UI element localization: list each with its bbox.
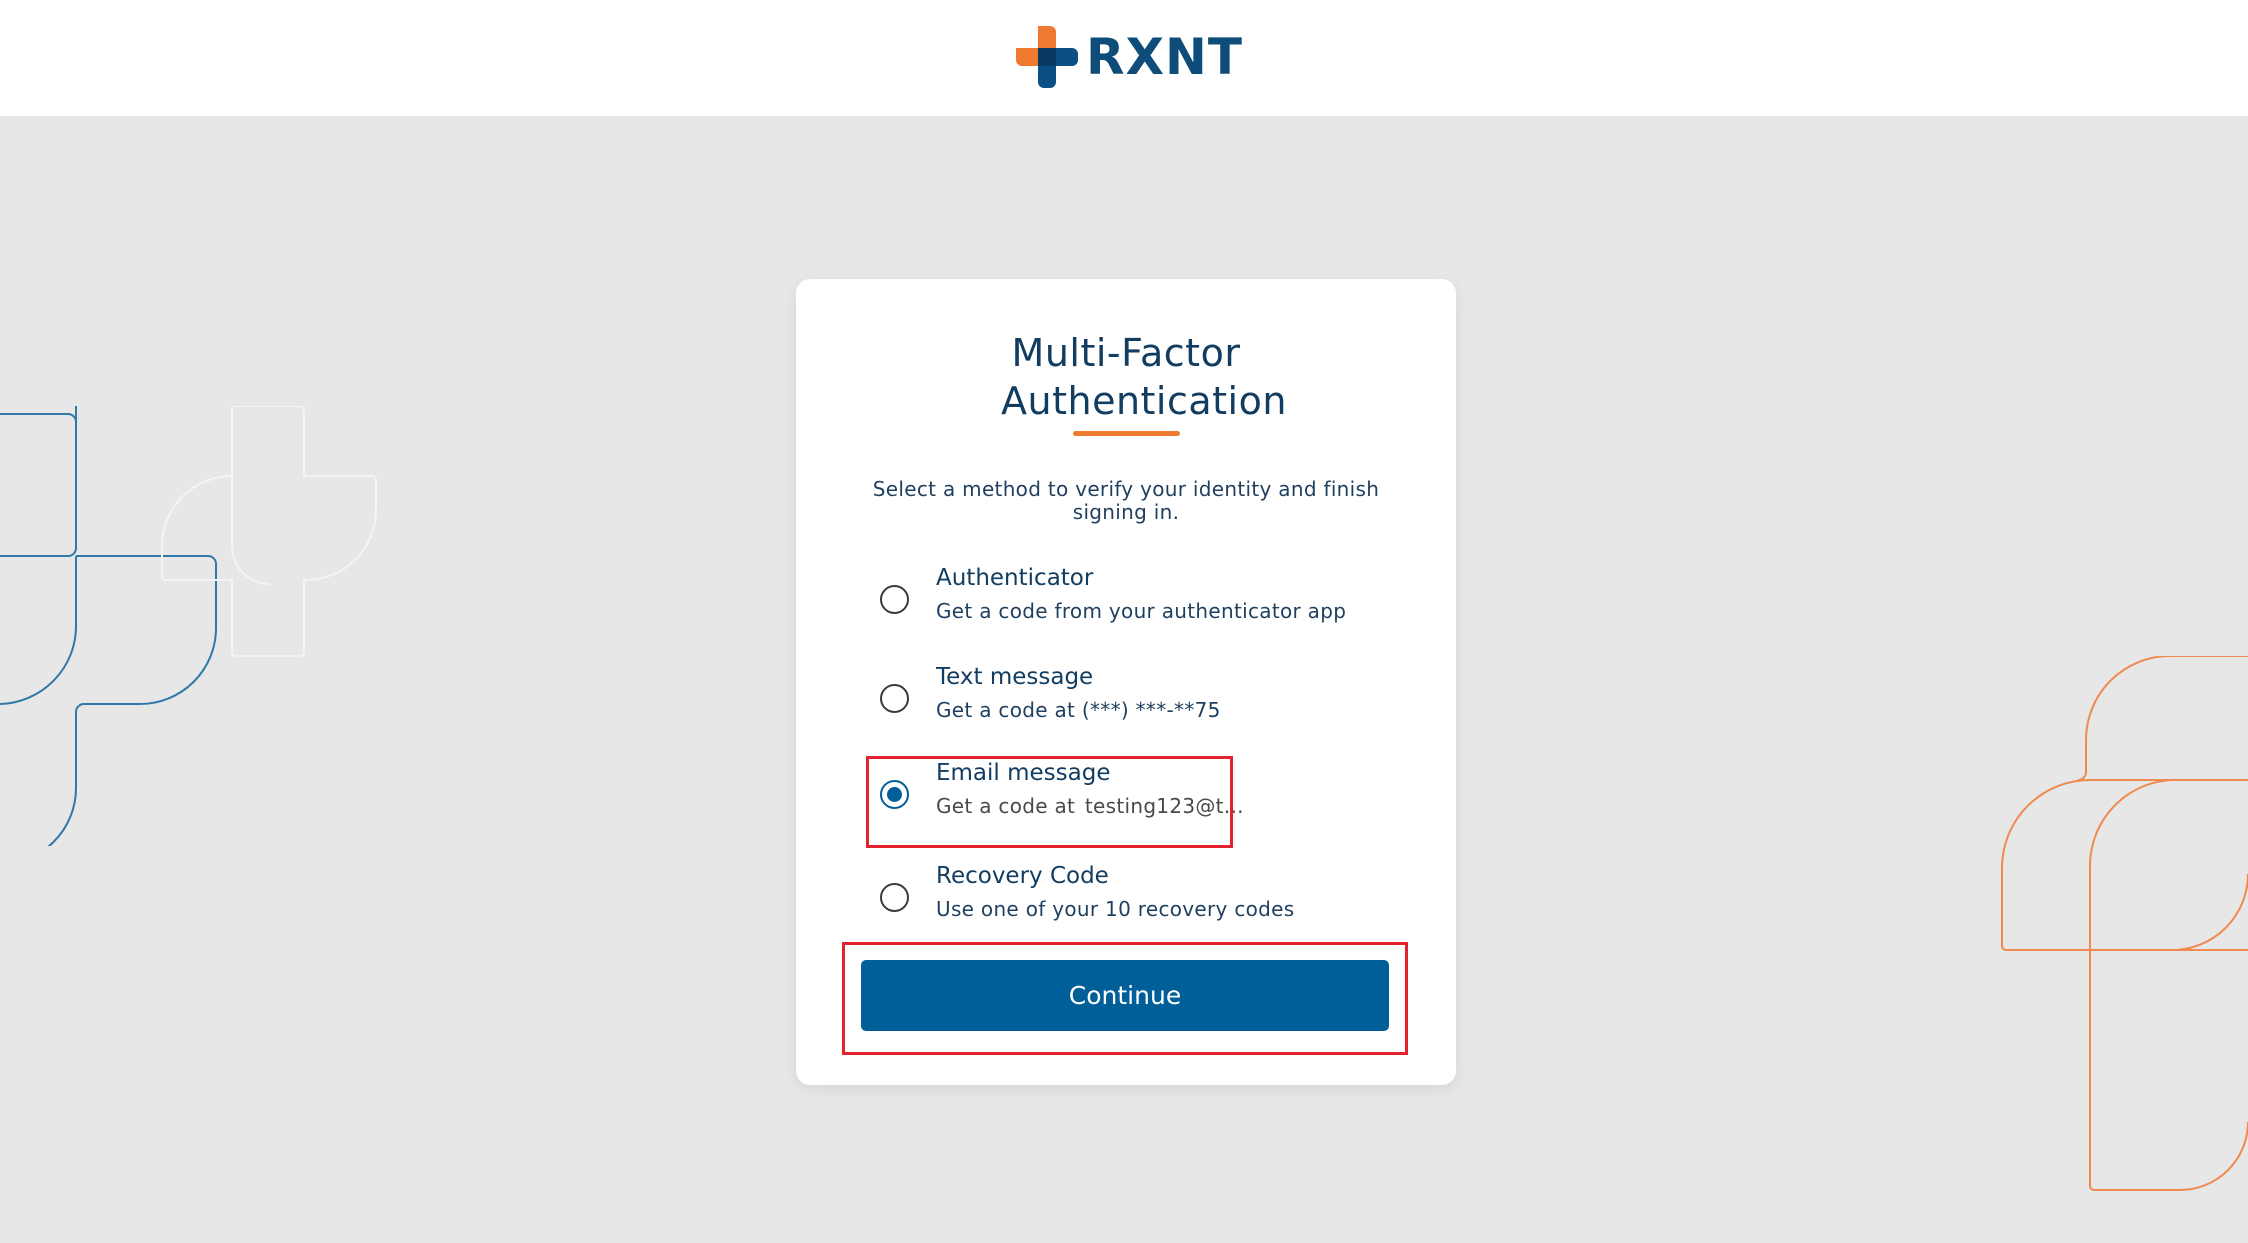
rxnt-cross-icon: [1016, 26, 1078, 88]
option-description: Use one of your 10 recovery codes: [936, 897, 1295, 921]
top-header: RXNT: [0, 0, 2248, 116]
rxnt-logo: RXNT: [1016, 26, 1243, 88]
masked-email-value: testing123@t...: [1084, 794, 1244, 818]
radio-text-message[interactable]: [880, 684, 909, 713]
option-email-message[interactable]: Email message Get a code at testing123@t…: [858, 756, 1388, 836]
option-title: Email message: [936, 760, 1111, 786]
option-title: Authenticator: [936, 565, 1094, 591]
decorative-cross-left-icon: [0, 406, 377, 846]
decorative-cross-right-icon: [2001, 656, 2248, 1191]
option-description: Get a code from your authenticator app: [936, 599, 1347, 623]
option-description: Get a code at testing123@t...: [936, 794, 1244, 818]
option-authenticator[interactable]: Authenticator Get a code from your authe…: [858, 561, 1388, 641]
continue-button[interactable]: Continue: [861, 960, 1389, 1031]
option-recovery-code[interactable]: Recovery Code Use one of your 10 recover…: [858, 859, 1388, 939]
radio-authenticator[interactable]: [880, 585, 909, 614]
brand-name: RXNT: [1086, 28, 1244, 86]
option-description: Get a code at (***) ***-**75: [936, 698, 1221, 722]
option-title: Text message: [936, 664, 1094, 690]
option-description-prefix: Get a code at: [936, 794, 1076, 818]
instruction-text: Select a method to verify your identity …: [872, 477, 1380, 524]
radio-recovery-code[interactable]: [880, 883, 909, 912]
option-title: Recovery Code: [936, 863, 1109, 889]
mfa-card: Multi-Factor Authentication Select a met…: [796, 279, 1456, 1085]
radio-email-message[interactable]: [880, 780, 909, 809]
page-title: Multi-Factor Authentication: [1001, 331, 1287, 423]
title-accent-divider: [1073, 431, 1180, 436]
option-text-message[interactable]: Text message Get a code at (***) ***-**7…: [858, 660, 1388, 740]
